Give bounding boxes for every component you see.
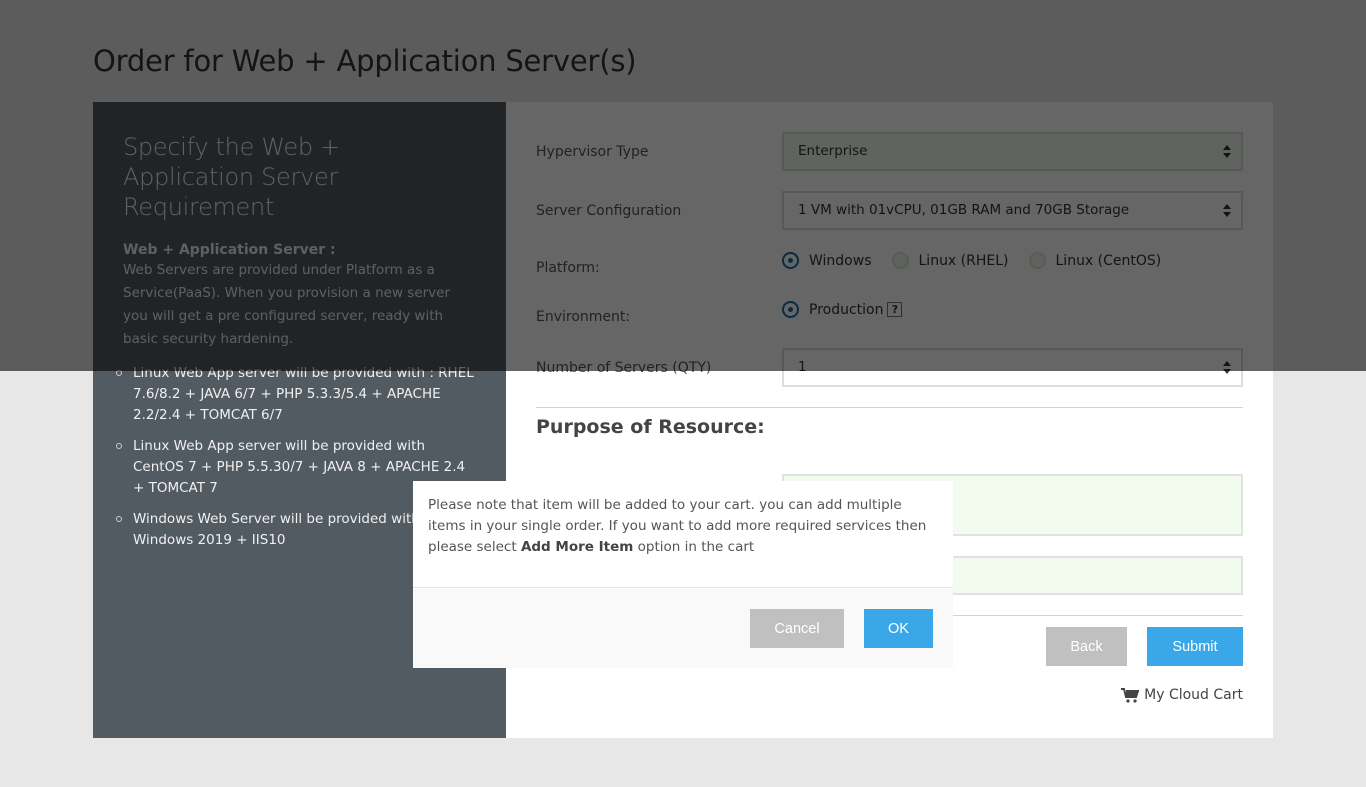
list-item-text: Linux Web App server will be provided wi… [133,365,474,423]
list-item: Linux Web App server will be provided wi… [116,363,476,426]
hypervisor-label: Hypervisor Type [536,144,649,160]
server-config-row: Server Configuration 1 VM with 01vCPU, 0… [536,191,1243,250]
ok-button[interactable]: OK [864,609,933,648]
radio-selected-icon[interactable] [782,301,799,318]
hypervisor-select[interactable]: Enterprise [782,132,1243,171]
section-divider [536,407,1243,408]
environment-label: Environment: [536,309,631,325]
quantity-row: Number of Servers (QTY) 1 [536,348,1243,407]
platform-radio-linux-centos[interactable]: Linux (CentOS) [1028,252,1162,269]
hypervisor-value: Enterprise [798,143,868,159]
sort-arrows-icon [1223,203,1231,219]
dialog-message-text: option in the cart [633,539,755,555]
sort-arrows-icon [1223,360,1231,376]
quantity-label: Number of Servers (QTY) [536,360,712,376]
radio-label: Production [809,301,884,318]
back-button[interactable]: Back [1046,627,1127,666]
cancel-button[interactable]: Cancel [750,609,844,648]
dialog-message-emphasis: Add More Item [520,539,634,555]
purpose-heading: Purpose of Resource: [536,416,765,438]
quantity-select[interactable]: 1 [782,348,1243,387]
order-form: Hypervisor Type Enterprise Server Config… [536,132,1243,407]
radio-unselected-icon[interactable] [891,252,909,269]
cart-label: My Cloud Cart [1144,687,1243,703]
platform-radio-windows[interactable]: Windows [782,252,872,269]
hypervisor-row: Hypervisor Type Enterprise [536,132,1243,191]
server-config-label: Server Configuration [536,203,682,219]
submit-button[interactable]: Submit [1147,627,1243,666]
bullet-icon [116,370,122,376]
sidebar-subheading: Web + Application Server : [123,242,336,258]
my-cloud-cart-link[interactable]: My Cloud Cart [1121,687,1243,703]
bullet-icon [116,443,122,449]
platform-row: Platform: Windows Linux (RHEL) Linux (Ce… [536,250,1243,299]
bullet-icon [116,516,122,522]
sidebar-description: Web Servers are provided under Platform … [123,262,451,347]
environment-row: Environment: Production? [536,299,1243,348]
dialog-footer: Cancel OK [413,589,953,668]
platform-label: Platform: [536,260,600,276]
dialog-message: Please note that item will be added to y… [413,481,953,588]
server-config-select[interactable]: 1 VM with 01vCPU, 01GB RAM and 70GB Stor… [782,191,1243,230]
page-title: Order for Web + Application Server(s) [93,44,637,78]
radio-label: Linux (RHEL) [918,252,1009,269]
environment-radio-production[interactable]: Production? [782,301,903,318]
radio-unselected-icon[interactable] [1028,252,1046,269]
radio-label: Linux (CentOS) [1055,252,1162,269]
radio-selected-icon[interactable] [782,252,799,269]
confirmation-dialog: Please note that item will be added to y… [413,481,953,668]
help-icon[interactable]: ? [887,302,903,317]
sort-arrows-icon [1223,144,1231,160]
list-item-text: Windows Web Server will be provided with… [133,511,420,548]
server-config-value: 1 VM with 01vCPU, 01GB RAM and 70GB Stor… [798,202,1130,218]
quantity-value: 1 [798,359,807,375]
shopping-cart-icon [1121,687,1140,703]
sidebar-heading: Specify the Web + Application Server Req… [123,133,340,221]
platform-radio-linux-rhel[interactable]: Linux (RHEL) [891,252,1009,269]
radio-label: Windows [809,252,872,269]
